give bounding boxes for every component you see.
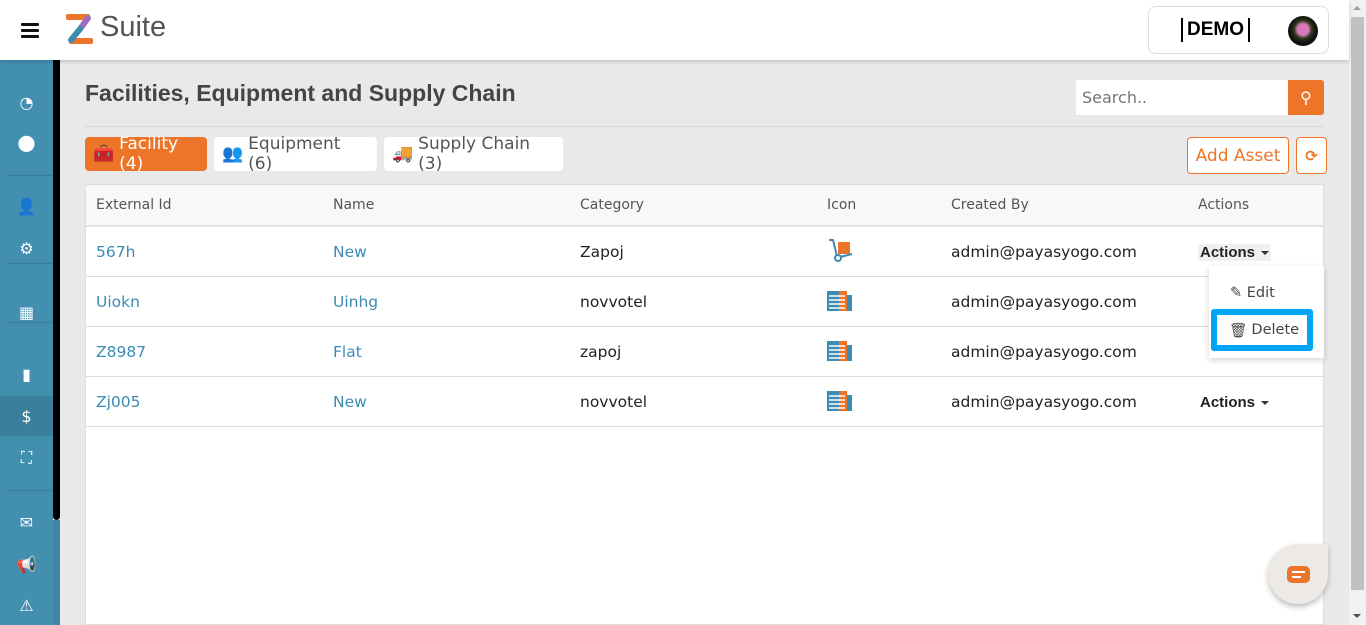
envelope-icon[interactable]: ✉ (0, 504, 53, 540)
warning-icon[interactable]: ⚠ (0, 587, 53, 623)
actions-dropdown-button[interactable]: Actions (1198, 394, 1271, 411)
users-cog-icon[interactable]: ⚙ (0, 230, 53, 266)
trash-icon: 🗑 (1229, 322, 1248, 339)
z-logo-icon (66, 14, 93, 44)
search-button[interactable]: ⚲ (1288, 80, 1324, 115)
scrollbar-thumb[interactable] (1351, 17, 1364, 590)
search-icon: ⚲ (1300, 88, 1312, 107)
table-row: Zj005 New novvotel admin@payasyogo.com A… (86, 377, 1323, 427)
category-cell: novvotel (580, 292, 648, 311)
building-icon (827, 289, 951, 315)
table-row: Z8987 Flat zapoj admin@payasyogo.com (86, 327, 1323, 377)
truck-icon: 🚚 (392, 144, 414, 164)
refresh-button[interactable]: ⟳ (1296, 137, 1327, 174)
location-icon[interactable]: ⬤ (0, 124, 53, 160)
table-row: 567h New Zapoj admin@payasyogo.com Actio… (86, 227, 1323, 277)
user-tag-icon[interactable]: 👤 (0, 188, 53, 224)
people-carry-icon: 👥 (222, 144, 244, 164)
top-bar: Suite DEMO (0, 0, 1349, 60)
menu-icon[interactable] (21, 23, 39, 41)
search-input[interactable] (1076, 80, 1288, 115)
tab-label: Supply Chain (3) (418, 134, 531, 174)
divider (8, 263, 53, 264)
created-by-cell: admin@payasyogo.com (951, 242, 1137, 261)
delete-menu-item[interactable]: 🗑 Delete (1211, 309, 1313, 351)
name-link[interactable]: Flat (333, 343, 580, 361)
demo-label: DEMO (1181, 18, 1250, 42)
actions-label: Actions (1200, 243, 1256, 261)
actions-dropdown-menu: ✎ Edit 🗑 Delete (1209, 266, 1324, 358)
building-icon (827, 389, 951, 415)
divider (8, 175, 53, 176)
divider (8, 322, 53, 323)
account-box[interactable]: DEMO (1148, 6, 1329, 54)
table-header: External Id Name Category Icon Created B… (86, 185, 1323, 227)
external-id-link[interactable]: Uiokn (86, 293, 333, 311)
actions-dropdown-button[interactable]: Actions (1198, 243, 1272, 261)
sidebar-scroll-track (53, 520, 60, 625)
calendar-icon[interactable]: ▦ (0, 294, 53, 330)
chat-icon (1286, 565, 1310, 583)
column-header[interactable]: External Id (86, 197, 333, 213)
scroll-up-icon[interactable] (1353, 6, 1361, 10)
column-header[interactable]: Created By (951, 197, 1198, 213)
dashboard-icon[interactable]: ◔ (0, 84, 53, 120)
category-cell: novvotel (580, 392, 648, 411)
actions-label: Actions (1200, 393, 1256, 411)
hand-dollar-icon[interactable]: $ (0, 396, 53, 436)
external-id-link[interactable]: Zj005 (86, 393, 333, 411)
column-header: Icon (827, 197, 857, 213)
brand-name: Suite (100, 11, 167, 43)
delete-label: Delete (1251, 322, 1300, 338)
name-link[interactable]: New (333, 393, 580, 411)
column-header[interactable]: Name (333, 197, 580, 213)
divider (8, 490, 53, 491)
created-by-cell: admin@payasyogo.com (951, 342, 1137, 361)
hand-truck-icon (827, 237, 951, 267)
scroll-down-icon[interactable] (1353, 614, 1361, 618)
tab-supply-chain[interactable]: 🚚 Supply Chain (3) (384, 134, 563, 174)
category-cell: Zapoj (580, 242, 624, 261)
address-book-icon[interactable]: ▮ (0, 356, 53, 392)
tab-equipment[interactable]: 👥 Equipment (6) (214, 134, 377, 174)
refresh-icon: ⟳ (1305, 146, 1318, 165)
building-icon (827, 339, 951, 365)
column-header[interactable]: Category (580, 197, 827, 213)
category-cell: zapoj (580, 342, 622, 361)
sidebar-scrollbar[interactable] (53, 60, 60, 520)
edit-label: Edit (1246, 285, 1275, 301)
megaphone-icon[interactable]: 📢 (0, 546, 53, 582)
pencil-icon: ✎ (1230, 285, 1243, 301)
divider (85, 126, 1323, 127)
caret-down-icon (1261, 400, 1270, 405)
chat-widget-button[interactable] (1268, 544, 1328, 604)
assets-table: External Id Name Category Icon Created B… (85, 184, 1324, 625)
external-id-link[interactable]: Z8987 (86, 343, 333, 361)
caret-down-icon (1261, 250, 1270, 255)
created-by-cell: admin@payasyogo.com (951, 292, 1137, 311)
sidebar: ◔ ⬤ 👤 ⚙ ▦ ▮ $ ⛶ ✉ 📢 ⚠ (0, 60, 53, 625)
edit-menu-item[interactable]: ✎ Edit (1230, 285, 1275, 301)
external-id-link[interactable]: 567h (86, 243, 333, 261)
tab-label: Facility (4) (119, 134, 179, 174)
column-header: Actions (1198, 197, 1250, 213)
created-by-cell: admin@payasyogo.com (951, 392, 1137, 411)
page-scrollbar[interactable] (1349, 0, 1366, 625)
add-asset-button[interactable]: Add Asset (1187, 137, 1289, 174)
name-link[interactable]: New (333, 243, 580, 261)
sitemap-icon[interactable]: ⛶ (0, 440, 53, 476)
table-row: Uiokn Uinhg novvotel admin@payasyogo.com (86, 277, 1323, 327)
name-link[interactable]: Uinhg (333, 293, 580, 311)
tab-label: Equipment (6) (248, 134, 341, 174)
tab-facility[interactable]: 🧰 Facility (4) (85, 134, 207, 174)
toolbox-icon: 🧰 (93, 144, 115, 164)
avatar[interactable] (1288, 16, 1318, 46)
page-title: Facilities, Equipment and Supply Chain (85, 80, 516, 106)
